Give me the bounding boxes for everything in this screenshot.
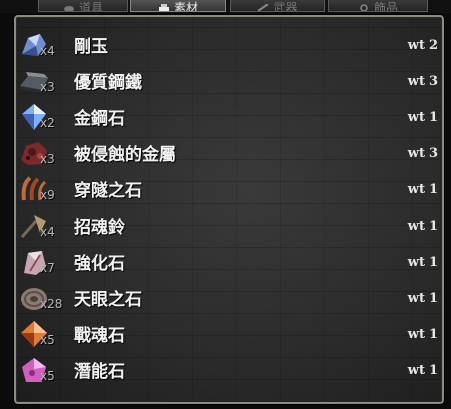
material-quantity: x9	[40, 188, 55, 203]
pouch-icon	[63, 6, 74, 11]
material-weight: wt 1	[378, 182, 438, 197]
weight-value: 2	[428, 38, 438, 53]
weight-value: 1	[428, 182, 438, 198]
tab-accessories-label: 飾品	[373, 1, 398, 12]
material-name: 被侵蝕的金屬	[74, 145, 176, 166]
weight-value: 1	[428, 362, 438, 378]
weight-label: wt	[407, 326, 425, 342]
materials-icon	[158, 4, 169, 11]
material-row[interactable]: x3 優質鋼鐵 wt 3	[18, 66, 438, 100]
weight-label: wt	[407, 74, 425, 90]
weight-value: 3	[428, 74, 438, 90]
material-name: 強化石	[74, 253, 125, 274]
weight-value: 1	[428, 326, 438, 342]
material-weight: wt 3	[378, 146, 438, 161]
material-weight: wt 3	[378, 74, 438, 89]
material-quantity: x2	[40, 116, 55, 131]
material-row[interactable]: x5 戰魂石 wt 1	[18, 319, 438, 353]
weight-value: 1	[428, 290, 438, 306]
inventory-tab-bar: 道具 素材 武器 飾品	[0, 0, 451, 13]
material-weight: wt 1	[378, 255, 438, 270]
material-row[interactable]: x2 金鋼石 wt 1	[18, 102, 438, 136]
material-row[interactable]: x28 天眼之石 wt 1	[18, 283, 438, 317]
material-quantity: x7	[40, 260, 55, 275]
weight-label: wt	[407, 362, 425, 378]
material-row[interactable]: x5 潛能石 wt 1	[18, 355, 438, 389]
material-name: 潛能石	[74, 361, 125, 382]
weight-label: wt	[407, 146, 425, 162]
weight-label: wt	[407, 254, 425, 270]
sword-icon	[257, 4, 270, 11]
tab-materials[interactable]: 素材	[130, 0, 226, 12]
tab-accessories[interactable]: 飾品	[328, 0, 428, 12]
material-row[interactable]: x7 強化石 wt 1	[18, 247, 438, 281]
weight-value: 1	[428, 218, 438, 234]
material-weight: wt 1	[378, 327, 438, 342]
material-row[interactable]: x9 穿隧之石 wt 1	[18, 174, 438, 208]
material-weight: wt 1	[378, 291, 438, 306]
tab-items-label: 道具	[78, 1, 103, 12]
weight-label: wt	[407, 110, 425, 126]
material-quantity: x5	[40, 368, 55, 383]
material-row[interactable]: x4 剛玉 wt 2	[18, 30, 438, 64]
material-quantity: x5	[40, 332, 55, 347]
material-row[interactable]: x4 招魂鈴 wt 1	[18, 211, 438, 245]
material-name: 金鋼石	[74, 109, 125, 130]
material-quantity: x4	[40, 44, 55, 58]
weight-label: wt	[407, 182, 425, 198]
material-quantity: x28	[40, 296, 63, 311]
tab-items[interactable]: 道具	[38, 0, 128, 12]
tab-materials-label: 素材	[173, 1, 198, 12]
material-row[interactable]: x3 被侵蝕的金屬 wt 3	[18, 138, 438, 172]
tab-weapons[interactable]: 武器	[230, 0, 325, 12]
material-weight: wt 1	[378, 363, 438, 378]
material-name: 招魂鈴	[74, 217, 125, 238]
tab-weapons-label: 武器	[273, 1, 298, 12]
material-name: 優質鋼鐵	[74, 73, 142, 94]
weight-value: 3	[428, 146, 438, 162]
material-quantity: x3	[40, 80, 55, 95]
weight-label: wt	[407, 218, 425, 234]
material-weight: wt 1	[378, 219, 438, 234]
trinket-icon	[360, 4, 368, 11]
material-quantity: x3	[40, 152, 55, 167]
material-weight: wt 2	[378, 38, 438, 53]
weight-label: wt	[407, 290, 425, 306]
weight-label: wt	[407, 38, 425, 53]
material-name: 天眼之石	[74, 289, 142, 310]
material-weight: wt 1	[378, 110, 438, 125]
material-name: 剛玉	[74, 37, 108, 57]
material-quantity: x4	[40, 224, 55, 239]
material-name: 穿隧之石	[74, 181, 142, 202]
weight-value: 1	[428, 254, 438, 270]
material-name: 戰魂石	[74, 325, 125, 346]
weight-value: 1	[428, 110, 438, 126]
